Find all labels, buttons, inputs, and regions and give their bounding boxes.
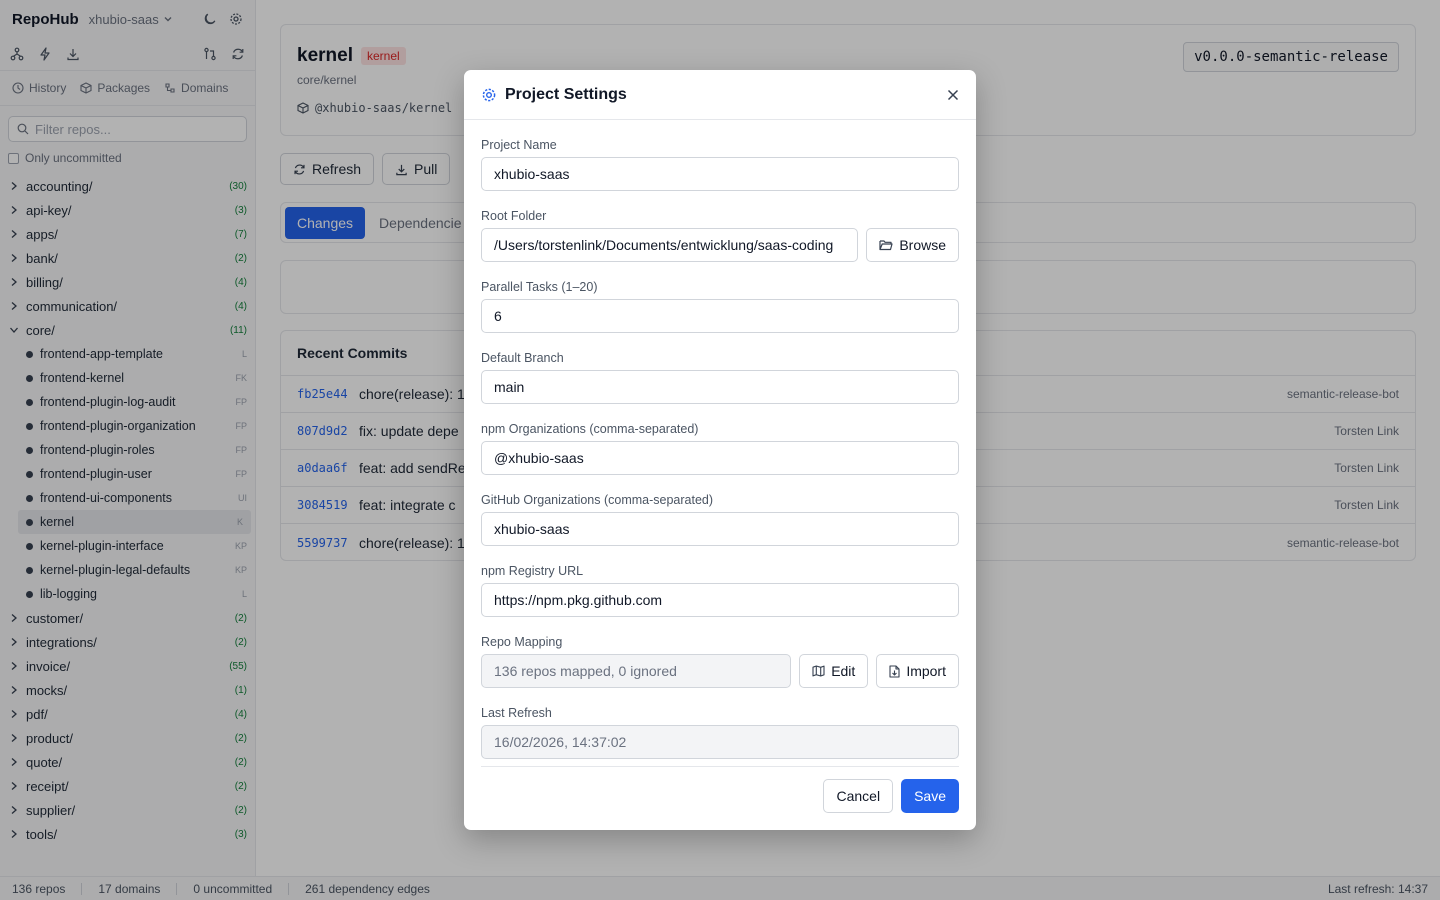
dialog-body: Project Name xhubio-saas Root Folder /Us… bbox=[464, 137, 976, 759]
root-folder-label: Root Folder bbox=[481, 209, 547, 223]
github-orgs-input[interactable]: xhubio-saas bbox=[481, 512, 959, 546]
cancel-button[interactable]: Cancel bbox=[823, 779, 894, 813]
dialog-title: Project Settings bbox=[505, 85, 627, 103]
root-folder-input[interactable]: /Users/torstenlink/Documents/entwicklung… bbox=[481, 228, 859, 262]
npm-orgs-label: npm Organizations (comma-separated) bbox=[481, 422, 699, 436]
project-name-label: Project Name bbox=[481, 138, 557, 152]
repo-mapping-summary: 136 repos mapped, 0 ignored bbox=[481, 654, 792, 688]
project-name-group: Project Name xhubio-saas bbox=[481, 137, 959, 191]
npm-registry-label: npm Registry URL bbox=[481, 564, 584, 578]
github-orgs-label: GitHub Organizations (comma-separated) bbox=[481, 493, 714, 507]
parallel-tasks-label: Parallel Tasks (1–20) bbox=[481, 280, 598, 294]
npm-registry-input[interactable]: https://npm.pkg.github.com bbox=[481, 583, 959, 617]
default-branch-group: Default Branch main bbox=[481, 350, 959, 404]
dialog-header: Project Settings bbox=[464, 70, 976, 120]
default-branch-label: Default Branch bbox=[481, 351, 564, 365]
npm-orgs-group: npm Organizations (comma-separated) @xhu… bbox=[481, 421, 959, 475]
parallel-tasks-input[interactable]: 6 bbox=[481, 299, 959, 333]
root-folder-group: Root Folder /Users/torstenlink/Documents… bbox=[481, 208, 959, 262]
default-branch-input[interactable]: main bbox=[481, 370, 959, 404]
import-mapping-button[interactable]: Import bbox=[876, 654, 959, 688]
gear-icon bbox=[481, 87, 497, 103]
file-import-icon bbox=[889, 664, 900, 678]
dialog-footer: Cancel Save bbox=[823, 779, 959, 813]
repo-mapping-label: Repo Mapping bbox=[481, 635, 563, 649]
repo-mapping-group: Repo Mapping 136 repos mapped, 0 ignored… bbox=[481, 634, 959, 688]
project-settings-dialog: Project Settings Project Name xhubio-saa… bbox=[464, 70, 976, 830]
save-button[interactable]: Save bbox=[901, 779, 959, 813]
github-orgs-group: GitHub Organizations (comma-separated) x… bbox=[481, 492, 959, 546]
browse-label: Browse bbox=[899, 237, 946, 253]
browse-button[interactable]: Browse bbox=[866, 228, 959, 262]
import-label: Import bbox=[906, 663, 946, 679]
map-icon bbox=[812, 665, 825, 677]
npm-orgs-input[interactable]: @xhubio-saas bbox=[481, 441, 959, 475]
close-icon[interactable] bbox=[947, 89, 959, 101]
dialog-footer-divider bbox=[481, 766, 959, 767]
project-name-input[interactable]: xhubio-saas bbox=[481, 157, 959, 191]
last-refresh-label: Last Refresh bbox=[481, 706, 552, 720]
edit-mapping-button[interactable]: Edit bbox=[799, 654, 869, 688]
last-refresh-value: 16/02/2026, 14:37:02 bbox=[481, 725, 959, 759]
edit-label: Edit bbox=[831, 663, 856, 679]
folder-open-icon bbox=[879, 239, 893, 251]
last-refresh-group: Last Refresh 16/02/2026, 14:37:02 bbox=[481, 705, 959, 759]
parallel-tasks-group: Parallel Tasks (1–20) 6 bbox=[481, 279, 959, 333]
npm-registry-group: npm Registry URL https://npm.pkg.github.… bbox=[481, 563, 959, 617]
